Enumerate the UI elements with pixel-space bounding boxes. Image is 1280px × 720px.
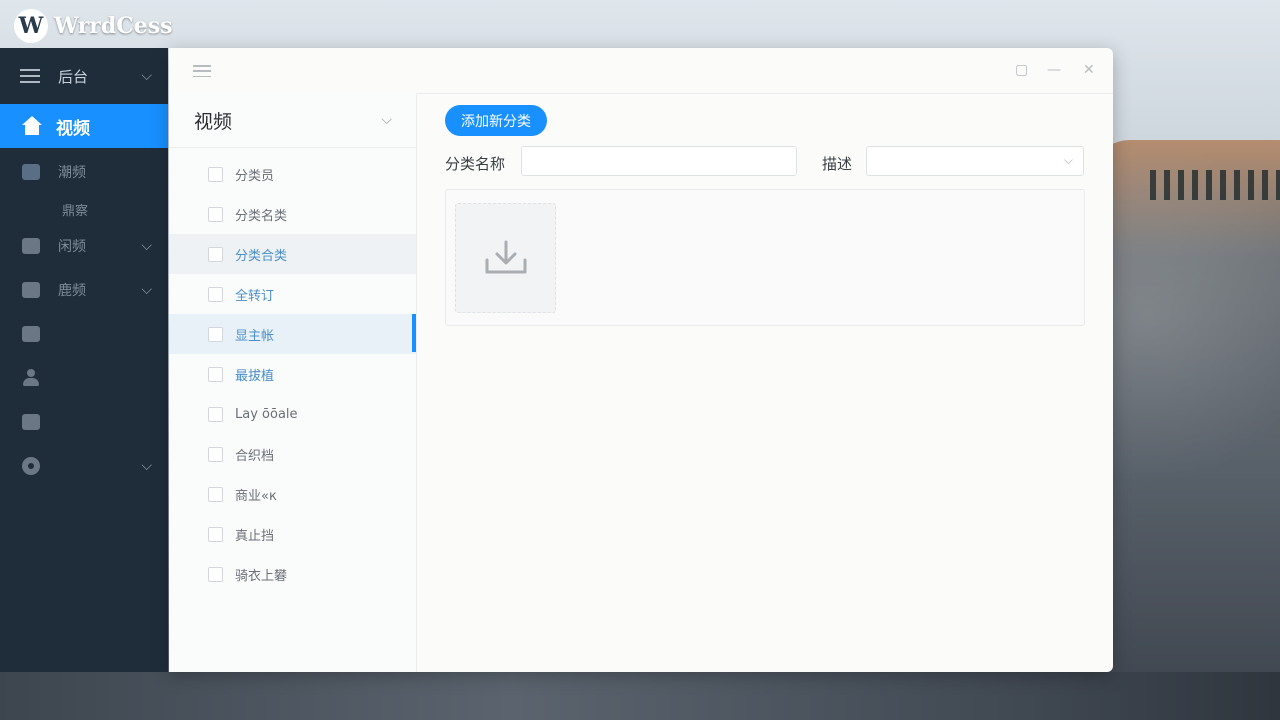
nav-item-video-active[interactable]: 视频 bbox=[0, 104, 168, 148]
chevron-down-icon: ⌵ bbox=[1063, 153, 1073, 167]
menu-icon[interactable] bbox=[193, 65, 211, 77]
background-trees bbox=[1150, 170, 1280, 200]
background-mountain bbox=[1090, 140, 1280, 720]
download-icon bbox=[485, 240, 526, 274]
chevron-down-icon: ⌵ bbox=[141, 238, 152, 254]
list-item[interactable]: 分类合类 bbox=[169, 234, 416, 274]
brand-name: WrrdCess bbox=[54, 13, 173, 39]
category-panel-header[interactable]: 视频 ⌵ bbox=[169, 93, 416, 148]
checkbox[interactable] bbox=[208, 326, 223, 342]
nav-item-8[interactable]: ⌵ bbox=[0, 444, 168, 488]
nav-subitem-label: 鼎察 bbox=[62, 203, 89, 219]
list-item[interactable]: 合织档 bbox=[169, 434, 416, 474]
card-icon bbox=[22, 414, 40, 430]
nav-active-label: 视频 bbox=[56, 118, 90, 139]
checkbox[interactable] bbox=[208, 406, 223, 422]
upload-tile[interactable] bbox=[455, 203, 556, 313]
nav-item-label: 潮频 bbox=[58, 165, 86, 181]
nav-item-label: 鹿频 bbox=[58, 283, 86, 299]
list-item-label: 全转订 bbox=[235, 288, 275, 304]
nav-subitem[interactable]: 鼎察 bbox=[0, 194, 168, 224]
nav-item-6[interactable] bbox=[0, 356, 168, 400]
list-item-label: 真止挡 bbox=[235, 528, 275, 544]
grid-icon bbox=[22, 326, 40, 342]
background-rock-base bbox=[0, 672, 1280, 720]
home-icon bbox=[22, 116, 42, 136]
main-nav-sidebar: 后台 ⌵ 视频 潮频 鼎察 闲频 ⌵ 鹿频 ⌵ ⌵ bbox=[0, 48, 168, 672]
list-item-label: Lay ōōale bbox=[235, 406, 298, 422]
chevron-down-icon: ⌵ bbox=[141, 458, 152, 474]
checkbox[interactable] bbox=[208, 446, 223, 462]
checkbox[interactable] bbox=[208, 566, 223, 582]
video-icon bbox=[22, 238, 40, 254]
description-select[interactable]: ⌵ bbox=[866, 146, 1084, 176]
checkbox[interactable] bbox=[208, 206, 223, 222]
nav-header[interactable]: 后台 ⌵ bbox=[0, 48, 168, 104]
category-name-input[interactable] bbox=[521, 146, 797, 176]
list-item[interactable]: 分类员 bbox=[169, 154, 416, 194]
maximize-icon[interactable]: ▢ bbox=[1015, 62, 1028, 78]
category-list: 分类员 分类名类 分类合类 全转订 显主帐 最拔植 Lay ōōale 合织档 … bbox=[169, 148, 416, 594]
list-item-label: 显主帐 bbox=[235, 328, 275, 344]
list-item-label: 分类合类 bbox=[235, 248, 288, 264]
list-item[interactable]: 商业«к bbox=[169, 474, 416, 514]
chevron-down-icon: ⌵ bbox=[141, 282, 152, 298]
list-item[interactable]: 最拔植 bbox=[169, 354, 416, 394]
checkbox[interactable] bbox=[208, 526, 223, 542]
list-item-label: 骑衣上礬 bbox=[235, 568, 288, 584]
minimize-icon[interactable]: — bbox=[1047, 62, 1061, 78]
list-item-label: 分类名类 bbox=[235, 208, 288, 224]
list-item[interactable]: 骑衣上礬 bbox=[169, 554, 416, 594]
monitor-icon bbox=[22, 164, 40, 180]
list-item-selected[interactable]: 显主帐 bbox=[169, 314, 416, 354]
wordpress-logo-icon: W bbox=[14, 9, 48, 43]
list-item-label: 最拔植 bbox=[235, 368, 275, 384]
nav-item-4[interactable]: 鹿频 ⌵ bbox=[0, 268, 168, 312]
nav-item-5[interactable] bbox=[0, 312, 168, 356]
chevron-down-icon: ⌵ bbox=[141, 68, 152, 84]
category-panel: 视频 ⌵ 分类员 分类名类 分类合类 全转订 显主帐 最拔植 Lay ōōale… bbox=[169, 93, 417, 672]
add-category-button[interactable]: 添加新分类 bbox=[445, 105, 547, 136]
checkbox[interactable] bbox=[208, 286, 223, 302]
description-label: 描述 bbox=[822, 155, 853, 173]
list-item-label: 商业«к bbox=[235, 488, 277, 504]
list-item[interactable]: 分类名类 bbox=[169, 194, 416, 234]
list-item-label: 合织档 bbox=[235, 448, 275, 464]
chevron-down-icon: ⌵ bbox=[381, 112, 392, 128]
gear-icon bbox=[22, 457, 40, 475]
category-name-label: 分类名称 bbox=[445, 155, 506, 173]
nav-header-title: 后台 bbox=[58, 67, 89, 86]
main-window: ▢ — ✕ 视频 ⌵ 分类员 分类名类 分类合类 全转订 显主帐 最拔植 Lay… bbox=[169, 48, 1113, 672]
desktop-icon bbox=[22, 282, 40, 298]
nav-item-1[interactable]: 潮频 bbox=[0, 150, 168, 194]
window-toolbar: ▢ — ✕ bbox=[169, 48, 1113, 94]
list-item[interactable]: 全转订 bbox=[169, 274, 416, 314]
nav-item-label: 闲频 bbox=[58, 239, 86, 255]
nav-item-7[interactable] bbox=[0, 400, 168, 444]
list-item-label: 分类员 bbox=[235, 168, 275, 184]
list-item[interactable]: Lay ōōale bbox=[169, 394, 416, 434]
app-logo: W WrrdCess bbox=[14, 8, 173, 44]
checkbox[interactable] bbox=[208, 246, 223, 262]
nav-item-3[interactable]: 闲频 ⌵ bbox=[0, 224, 168, 268]
upload-area bbox=[445, 189, 1085, 326]
content-area: 添加新分类 分类名称 描述 ⌵ bbox=[417, 93, 1113, 672]
category-panel-title: 视频 bbox=[194, 110, 233, 133]
close-icon[interactable]: ✕ bbox=[1083, 62, 1095, 78]
menu-icon[interactable] bbox=[20, 69, 40, 83]
user-icon bbox=[22, 369, 40, 387]
checkbox[interactable] bbox=[208, 486, 223, 502]
checkbox[interactable] bbox=[208, 166, 223, 182]
list-item[interactable]: 真止挡 bbox=[169, 514, 416, 554]
checkbox[interactable] bbox=[208, 366, 223, 382]
